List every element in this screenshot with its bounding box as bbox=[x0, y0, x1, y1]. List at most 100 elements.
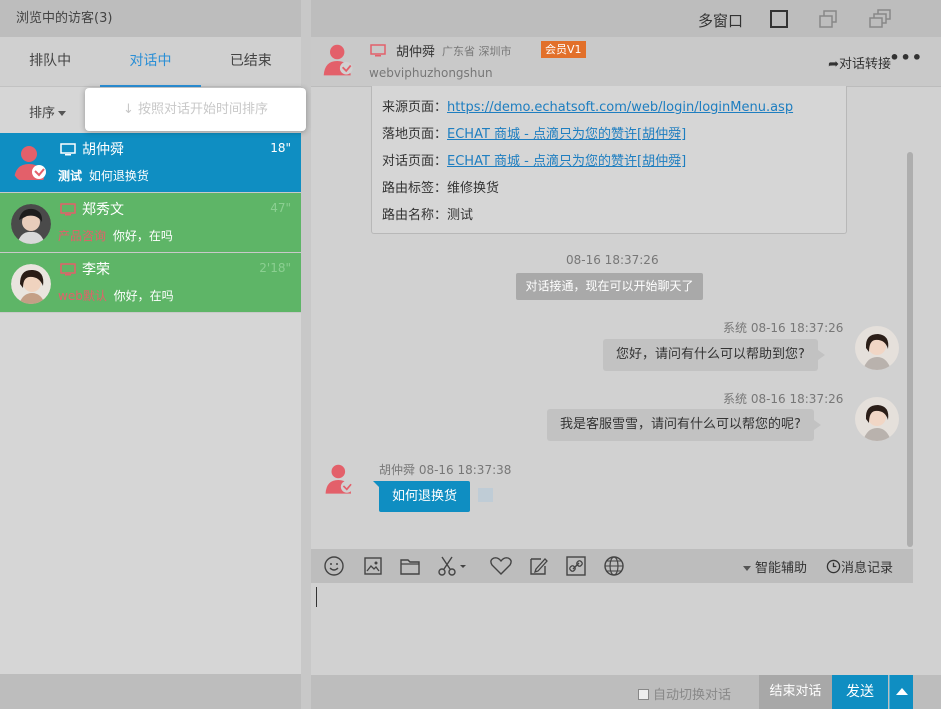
agent-message: 您好，请问有什么可以帮助到您? bbox=[603, 339, 825, 371]
chat-footer: 自动切换对话 结束对话 发送 bbox=[311, 675, 941, 709]
transfer-label: 对话转接 bbox=[838, 57, 891, 72]
smart-assist-button[interactable]: 智能辅助 bbox=[743, 557, 807, 576]
visitor-last-message: 产品咨询 你好，在吗 bbox=[58, 227, 173, 244]
history-button[interactable]: 消息记录 bbox=[826, 557, 893, 576]
visitor-photo-avatar bbox=[11, 204, 51, 244]
clock-icon bbox=[826, 559, 841, 574]
single-window-icon[interactable] bbox=[769, 9, 789, 29]
visitor-wait-time: 18" bbox=[270, 141, 291, 155]
globe-icon[interactable] bbox=[603, 555, 625, 577]
auto-switch-label: 自动切换对话 bbox=[653, 688, 732, 703]
info-label: 来源页面： bbox=[382, 100, 448, 115]
system-timestamp: 08-16 18:37:26 bbox=[566, 253, 659, 267]
info-label: 路由名称： bbox=[382, 208, 448, 223]
source-page-link[interactable]: https://demo.echatsoft.com/web/login/log… bbox=[447, 100, 793, 115]
image-icon[interactable] bbox=[362, 555, 384, 577]
auto-switch-checkbox[interactable]: 自动切换对话 bbox=[638, 684, 731, 703]
desktop-icon bbox=[60, 263, 76, 276]
visitor-message-text: 你好，在吗 bbox=[112, 229, 173, 243]
multi-window-label: 多窗口 bbox=[698, 12, 744, 30]
window-topbar: 多窗口 bbox=[311, 0, 941, 37]
link-icon[interactable] bbox=[565, 555, 587, 577]
text-cursor bbox=[316, 587, 317, 607]
message-meta: 系统 08-16 18:37:26 bbox=[723, 392, 844, 406]
transfer-button[interactable]: ➦对话转接 bbox=[828, 53, 891, 72]
screenshot-scissors-icon[interactable] bbox=[436, 555, 470, 577]
landing-page-link[interactable]: ECHAT 商城 - 点滴只为您的赞许[胡仲舜] bbox=[447, 127, 686, 142]
desktop-icon bbox=[370, 44, 386, 57]
visitor-name: 李荣 bbox=[82, 262, 110, 278]
message-meta: 系统 08-16 18:37:26 bbox=[723, 321, 844, 335]
emoji-icon[interactable] bbox=[323, 555, 345, 577]
visitor-item[interactable]: 李荣 2'18" web默认 你好，在吗 bbox=[0, 253, 301, 313]
end-chat-button[interactable]: 结束对话 bbox=[759, 675, 832, 709]
visitor-wait-time: 2'18" bbox=[259, 261, 291, 275]
chat-header: 胡仲舜 广东省 深圳市 会员V1 webviphuzhongshun ➦对话转接… bbox=[311, 37, 941, 87]
visitor-item[interactable]: 胡仲舜 18" 测试 如何退换货 bbox=[0, 133, 301, 193]
tab-ended[interactable]: 已结束 bbox=[201, 37, 301, 86]
info-label: 路由标签： bbox=[382, 181, 448, 196]
visitor-photo-avatar bbox=[11, 264, 51, 304]
chat-visitor-name: 胡仲舜 bbox=[396, 45, 436, 60]
multi-window-icon[interactable] bbox=[868, 9, 892, 29]
system-notice: 对话接通，现在可以开始聊天了 bbox=[516, 273, 703, 300]
info-row-chat-page: 对话页面：ECHAT 商城 - 点滴只为您的赞许[胡仲舜] bbox=[382, 150, 686, 169]
more-options-icon[interactable]: ••• bbox=[889, 48, 923, 67]
message-meta: 胡仲舜 08-16 18:37:38 bbox=[379, 463, 512, 477]
visitor-tag: web默认 bbox=[58, 289, 107, 303]
chat-panel: 多窗口 胡仲舜 广东省 深圳市 会员V1 webviphuzhongshun ➦… bbox=[311, 0, 941, 709]
agent-avatar bbox=[855, 397, 899, 441]
sort-button[interactable]: 排序 bbox=[29, 102, 67, 121]
visitor-tag: 测试 bbox=[58, 169, 83, 183]
vip-badge: 会员V1 bbox=[541, 41, 586, 58]
edit-note-icon[interactable] bbox=[527, 555, 549, 577]
agent-avatar bbox=[855, 326, 899, 370]
info-row-landing: 落地页面：ECHAT 商城 - 点滴只为您的赞许[胡仲舜] bbox=[382, 123, 686, 142]
info-row-source: 来源页面：https://demo.echatsoft.com/web/logi… bbox=[382, 96, 793, 115]
chat-scrollbar[interactable] bbox=[907, 152, 913, 547]
caret-down-icon bbox=[58, 111, 67, 116]
visitor-message-text: 如何退换货 bbox=[88, 169, 149, 183]
visitor-last-message: web默认 你好，在吗 bbox=[58, 287, 174, 304]
visitor-message: 如何退换货 bbox=[372, 481, 471, 512]
info-row-route-tag: 路由标签：维修换货 bbox=[382, 177, 499, 196]
visitor-panel-title: 浏览中的访客(3) bbox=[0, 0, 301, 37]
visitor-wait-time: 47" bbox=[270, 201, 291, 215]
tab-queue[interactable]: 排队中 bbox=[0, 37, 100, 86]
visitor-info-card: 来源页面：https://demo.echatsoft.com/web/logi… bbox=[371, 86, 847, 234]
info-value: 测试 bbox=[447, 208, 474, 223]
editor-toolbar: 智能辅助 消息记录 bbox=[311, 549, 913, 583]
send-options-icon[interactable] bbox=[889, 675, 913, 709]
checkbox-icon bbox=[638, 689, 649, 700]
chat-page-link[interactable]: ECHAT 商城 - 点滴只为您的赞许[胡仲舜] bbox=[447, 154, 686, 169]
heart-icon[interactable] bbox=[489, 555, 513, 577]
desktop-icon bbox=[60, 203, 76, 216]
read-status-icon bbox=[478, 488, 493, 502]
folder-icon[interactable] bbox=[399, 555, 421, 577]
send-button[interactable]: 发送 bbox=[832, 675, 888, 709]
chat-visitor-id: webviphuzhongshun bbox=[369, 66, 493, 80]
message-input[interactable] bbox=[311, 583, 913, 675]
info-value: 维修换货 bbox=[447, 181, 500, 196]
share-arrow-icon: ➦ bbox=[828, 57, 839, 72]
visitor-avatar-icon bbox=[323, 44, 353, 76]
info-row-route-name: 路由名称：测试 bbox=[382, 204, 473, 223]
desktop-icon bbox=[60, 143, 76, 156]
chat-visitor-location: 广东省 深圳市 bbox=[442, 45, 512, 58]
visitor-tag: 产品咨询 bbox=[58, 229, 107, 243]
visitor-message-text: 你好，在吗 bbox=[113, 289, 174, 303]
sort-tooltip: ↓ 按照对话开始时间排序 bbox=[85, 88, 306, 131]
visitor-name: 郑秀文 bbox=[82, 202, 124, 218]
visitor-avatar-icon bbox=[14, 146, 46, 180]
visitor-item[interactable]: 郑秀文 47" 产品咨询 你好，在吗 bbox=[0, 193, 301, 253]
visitor-tabs: 排队中 对话中 已结束 bbox=[0, 37, 301, 87]
visitor-avatar-icon bbox=[325, 464, 353, 494]
caret-down-icon bbox=[743, 566, 751, 571]
agent-message: 我是客服雪雪，请问有什么可以帮您的呢? bbox=[547, 409, 821, 441]
tab-chatting[interactable]: 对话中 bbox=[100, 37, 201, 87]
dual-window-icon[interactable] bbox=[818, 9, 838, 29]
info-label: 落地页面： bbox=[382, 127, 448, 142]
visitor-panel-footer bbox=[0, 674, 301, 709]
visitor-name: 胡仲舜 bbox=[82, 142, 124, 158]
history-label: 消息记录 bbox=[841, 561, 894, 576]
